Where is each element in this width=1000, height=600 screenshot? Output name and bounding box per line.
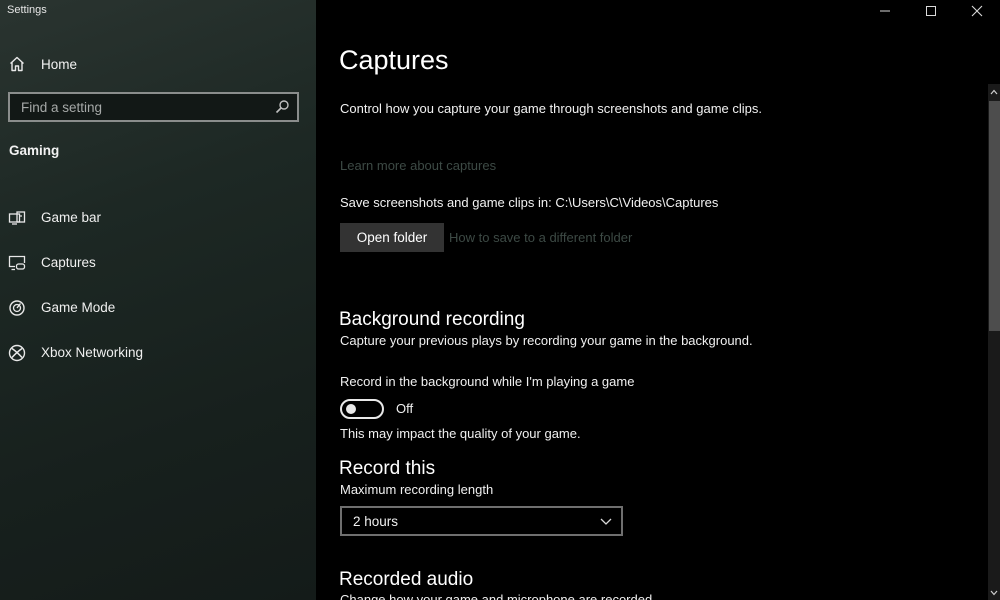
- chevron-up-icon: [990, 89, 998, 95]
- max-length-dropdown[interactable]: 2 hours: [340, 506, 623, 536]
- sidebar-group-label: Gaming: [9, 143, 60, 158]
- close-icon: [971, 5, 983, 17]
- record-background-label: Record in the background while I'm playi…: [340, 374, 635, 389]
- game-bar-icon: [8, 210, 26, 225]
- background-recording-description: Capture your previous plays by recording…: [340, 333, 753, 348]
- xbox-icon: [8, 344, 26, 361]
- sidebar-item-label: Game Mode: [41, 300, 116, 315]
- game-mode-icon: [9, 299, 25, 316]
- captures-icon: [8, 255, 26, 270]
- chevron-down-icon: [600, 518, 612, 525]
- sidebar-nav: Game bar Captures Game Mode Xbox Network…: [0, 195, 316, 375]
- sidebar-item-label: Captures: [41, 255, 96, 270]
- home-icon: [10, 56, 24, 72]
- save-location-text: Save screenshots and game clips in: C:\U…: [340, 195, 719, 210]
- recorded-audio-heading: Recorded audio: [339, 569, 474, 590]
- minimize-icon: [880, 10, 890, 12]
- sidebar-item-label: Home: [41, 56, 78, 72]
- record-background-toggle[interactable]: [340, 399, 384, 419]
- app-title: Settings: [7, 4, 47, 16]
- search-icon[interactable]: [274, 99, 290, 115]
- toggle-knob: [346, 404, 356, 414]
- how-to-save-link[interactable]: How to save to a different folder: [449, 230, 632, 245]
- sidebar-item-xbox-networking[interactable]: Xbox Networking: [0, 330, 316, 375]
- scrollbar[interactable]: [988, 84, 1000, 600]
- toggle-state-text: Off: [396, 401, 414, 416]
- recorded-audio-description: Change how your game and microphone are …: [340, 592, 656, 600]
- minimize-button[interactable]: [862, 0, 908, 22]
- sidebar-item-captures[interactable]: Captures: [0, 240, 316, 285]
- background-recording-heading: Background recording: [339, 309, 525, 330]
- search-input[interactable]: [10, 94, 274, 120]
- sidebar-item-game-bar[interactable]: Game bar: [0, 195, 316, 240]
- dropdown-value: 2 hours: [353, 513, 399, 529]
- maximize-button[interactable]: [908, 0, 954, 22]
- sidebar-item-label: Game bar: [41, 210, 102, 225]
- page-description: Control how you capture your game throug…: [340, 101, 763, 116]
- sidebar: Settings Home Gaming Game bar: [0, 0, 316, 600]
- sidebar-item-home[interactable]: Home: [8, 54, 77, 74]
- open-folder-button[interactable]: Open folder: [340, 223, 444, 252]
- scroll-up-button[interactable]: [988, 84, 1000, 100]
- impact-note: This may impact the quality of your game…: [340, 426, 581, 441]
- chevron-down-icon: [990, 590, 998, 596]
- page-title: Captures: [339, 45, 449, 75]
- window-controls: [862, 0, 1000, 22]
- sidebar-item-label: Xbox Networking: [41, 345, 144, 360]
- close-button[interactable]: [954, 0, 1000, 22]
- scroll-thumb[interactable]: [989, 101, 1000, 331]
- main-content: Captures Control how you capture your ga…: [316, 0, 1000, 600]
- max-length-label: Maximum recording length: [340, 482, 494, 497]
- record-this-heading: Record this: [339, 458, 436, 479]
- sidebar-item-game-mode[interactable]: Game Mode: [0, 285, 316, 330]
- maximize-icon: [926, 6, 936, 16]
- learn-more-link[interactable]: Learn more about captures: [340, 158, 496, 173]
- scroll-down-button[interactable]: [988, 586, 1000, 600]
- search-box[interactable]: [8, 92, 299, 122]
